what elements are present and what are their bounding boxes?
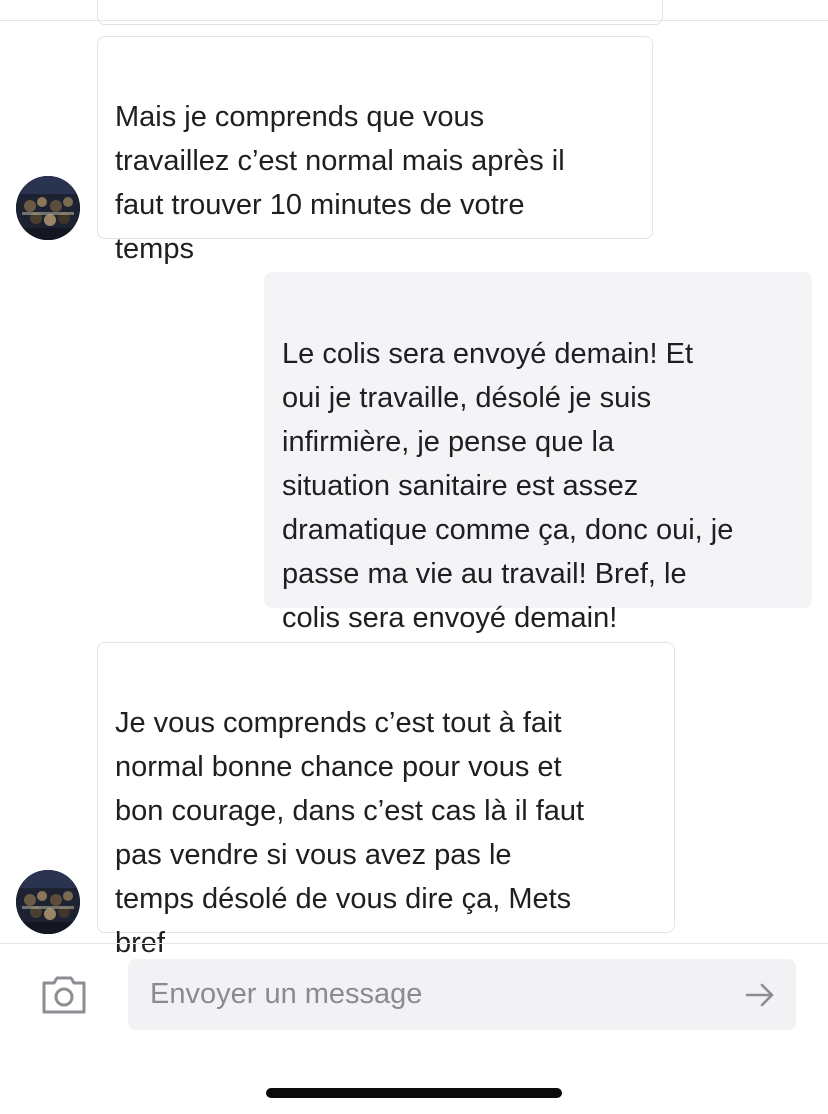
incoming-message-bubble: Je vous comprends c’est tout à fait norm… [97,642,675,959]
incoming-message-bubble: Mais je comprends que vous travaillez c’… [97,36,653,265]
message-text: Mais je comprends que vous travaillez c’… [115,101,565,265]
outgoing-message-bubble: Le colis sera envoyé demain! Et oui je t… [264,272,812,634]
chat-screen: Mais je comprends que vous travaillez c’… [0,0,828,1114]
home-indicator[interactable] [266,1088,562,1098]
arrow-right-icon [745,983,774,1007]
send-button[interactable] [744,979,776,1011]
camera-button[interactable] [40,974,88,1016]
message-text: Le colis sera envoyé demain! Et oui je t… [282,338,734,634]
message-input-container [128,959,796,1030]
avatar[interactable] [16,870,80,934]
avatar[interactable] [16,176,80,240]
camera-icon [42,976,86,1014]
top-divider [0,20,828,21]
avatar-image [16,176,80,240]
message-input[interactable] [150,959,730,1030]
avatar-image [16,870,80,934]
previous-message-bubble [97,0,663,25]
composer-divider [0,943,828,944]
message-text: Je vous comprends c’est tout à fait norm… [115,707,585,959]
